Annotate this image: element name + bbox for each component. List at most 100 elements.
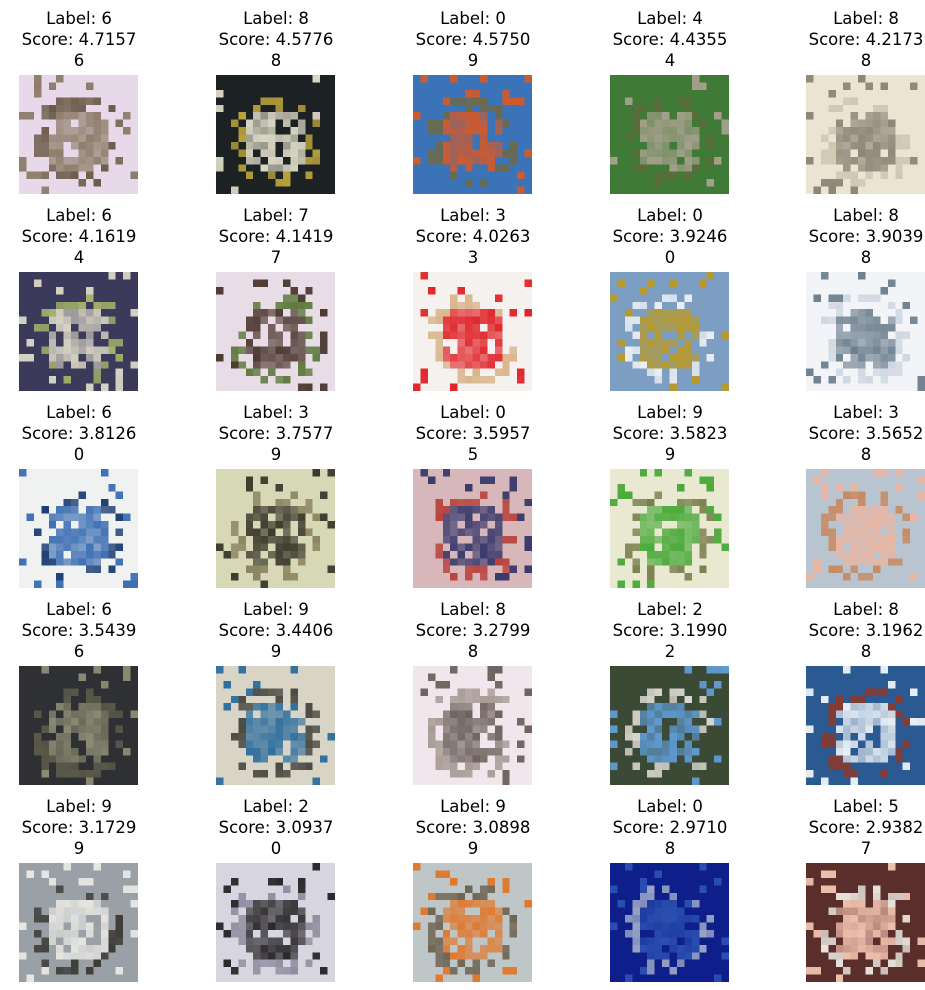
prediction-cell: Label: 0 Score: 3.9246 0	[590, 197, 750, 391]
true-label-text: Label: 0	[440, 9, 506, 28]
predicted-label-text: 8	[664, 839, 676, 858]
score-text: Score: 4.4355	[612, 30, 728, 49]
thumbnail-image-dog	[806, 863, 925, 982]
thumbnail-image-cat	[216, 469, 335, 588]
predicted-label-text: 8	[860, 51, 872, 70]
cell-caption: Label: 8 Score: 3.9039 8	[786, 205, 925, 268]
prediction-cell: Label: 9 Score: 3.1729 9	[0, 788, 159, 982]
true-label-text: Label: 8	[833, 600, 899, 619]
prediction-cell: Label: 2 Score: 3.0937 0	[196, 788, 356, 982]
true-label-text: Label: 9	[440, 797, 506, 816]
cell-caption: Label: 6 Score: 4.7157 6	[0, 8, 159, 71]
cell-caption: Label: 6 Score: 3.5439 6	[0, 599, 159, 662]
score-text: Score: 3.8126	[21, 424, 137, 443]
score-text: Score: 4.2173	[808, 30, 924, 49]
prediction-cell: Label: 3 Score: 3.5652 8	[786, 394, 925, 588]
predicted-label-text: 6	[73, 51, 85, 70]
thumbnail-image-bird	[610, 666, 729, 785]
true-label-text: Label: 4	[637, 9, 703, 28]
score-text: Score: 3.1962	[808, 621, 924, 640]
thumbnail-image-airplane	[413, 75, 532, 194]
predicted-label-text: 9	[270, 445, 282, 464]
prediction-cell: Label: 9 Score: 3.0898 9	[393, 788, 553, 982]
thumbnail-image-frog	[19, 666, 138, 785]
cell-caption: Label: 3 Score: 4.0263 3	[393, 205, 553, 268]
prediction-cell: Label: 6 Score: 3.8126 0	[0, 394, 159, 588]
score-text: Score: 3.1729	[21, 818, 137, 837]
cell-caption: Label: 8 Score: 4.2173 8	[786, 8, 925, 71]
predicted-label-text: 8	[860, 445, 872, 464]
predicted-label-text: 0	[664, 248, 676, 267]
predicted-label-text: 4	[664, 51, 676, 70]
prediction-cell: Label: 8 Score: 3.1962 8	[786, 591, 925, 785]
predicted-label-text: 0	[270, 839, 282, 858]
score-text: Score: 3.5652	[808, 424, 924, 443]
cell-caption: Label: 6 Score: 3.8126 0	[0, 402, 159, 465]
score-text: Score: 4.5776	[218, 30, 334, 49]
thumbnail-image-truck	[216, 666, 335, 785]
prediction-cell: Label: 5 Score: 2.9382 7	[786, 788, 925, 982]
true-label-text: Label: 8	[833, 206, 899, 225]
predicted-label-text: 2	[664, 642, 676, 661]
predicted-label-text: 8	[860, 642, 872, 661]
cell-caption: Label: 3 Score: 3.5652 8	[786, 402, 925, 465]
thumbnail-image-ship	[216, 75, 335, 194]
true-label-text: Label: 2	[637, 600, 703, 619]
prediction-cell: Label: 6 Score: 3.5439 6	[0, 591, 159, 785]
score-text: Score: 4.0263	[415, 227, 531, 246]
cell-caption: Label: 9 Score: 3.0898 9	[393, 796, 553, 859]
cell-caption: Label: 0 Score: 4.5750 9	[393, 8, 553, 71]
true-label-text: Label: 3	[833, 403, 899, 422]
cell-caption: Label: 9 Score: 3.5823 9	[590, 402, 750, 465]
predicted-label-text: 9	[467, 839, 479, 858]
prediction-cell: Label: 6 Score: 4.7157 6	[0, 0, 159, 194]
true-label-text: Label: 8	[243, 9, 309, 28]
prediction-cell: Label: 6 Score: 4.1619 4	[0, 197, 159, 391]
prediction-cell: Label: 8 Score: 4.2173 8	[786, 0, 925, 194]
cell-caption: Label: 3 Score: 3.7577 9	[196, 402, 356, 465]
score-text: Score: 3.5823	[612, 424, 728, 443]
cell-caption: Label: 6 Score: 4.1619 4	[0, 205, 159, 268]
true-label-text: Label: 6	[46, 206, 112, 225]
score-text: Score: 3.1990	[612, 621, 728, 640]
score-text: Score: 2.9382	[808, 818, 924, 837]
score-text: Score: 3.4406	[218, 621, 334, 640]
thumbnail-image-truck	[19, 863, 138, 982]
thumbnail-image-cat	[413, 272, 532, 391]
score-text: Score: 3.0937	[218, 818, 334, 837]
prediction-cell: Label: 0 Score: 3.5957 5	[393, 394, 553, 588]
score-text: Score: 3.5957	[415, 424, 531, 443]
cell-caption: Label: 2 Score: 3.1990 2	[590, 599, 750, 662]
predicted-label-text: 6	[73, 642, 85, 661]
thumbnail-image-frog	[19, 272, 138, 391]
prediction-cell: Label: 8 Score: 3.9039 8	[786, 197, 925, 391]
score-text: Score: 4.7157	[21, 30, 137, 49]
thumbnail-image-airplane	[413, 469, 532, 588]
thumbnail-image-sailing-ship	[806, 75, 925, 194]
thumbnail-image-cat	[806, 469, 925, 588]
cell-caption: Label: 0 Score: 3.5957 5	[393, 402, 553, 465]
prediction-cell: Label: 9 Score: 3.5823 9	[590, 394, 750, 588]
predicted-label-text: 8	[467, 642, 479, 661]
true-label-text: Label: 2	[243, 797, 309, 816]
true-label-text: Label: 9	[46, 797, 112, 816]
cell-caption: Label: 5 Score: 2.9382 7	[786, 796, 925, 859]
thumbnail-image-boat	[806, 666, 925, 785]
thumbnail-image-airplane	[610, 272, 729, 391]
predicted-label-text: 3	[467, 248, 479, 267]
prediction-cell: Label: 3 Score: 4.0263 3	[393, 197, 553, 391]
predicted-label-text: 8	[270, 51, 282, 70]
score-text: Score: 3.9039	[808, 227, 924, 246]
predicted-label-text: 9	[664, 445, 676, 464]
cell-caption: Label: 0 Score: 2.9710 8	[590, 796, 750, 859]
predicted-label-text: 7	[860, 839, 872, 858]
cell-caption: Label: 0 Score: 3.9246 0	[590, 205, 750, 268]
thumbnail-image-truck	[413, 863, 532, 982]
thumbnail-image-airplane	[610, 863, 729, 982]
thumbnail-image-truck	[610, 469, 729, 588]
predicted-label-text: 5	[467, 445, 479, 464]
true-label-text: Label: 9	[243, 600, 309, 619]
thumbnail-image-ship	[806, 272, 925, 391]
score-text: Score: 4.1619	[21, 227, 137, 246]
score-text: Score: 3.7577	[218, 424, 334, 443]
